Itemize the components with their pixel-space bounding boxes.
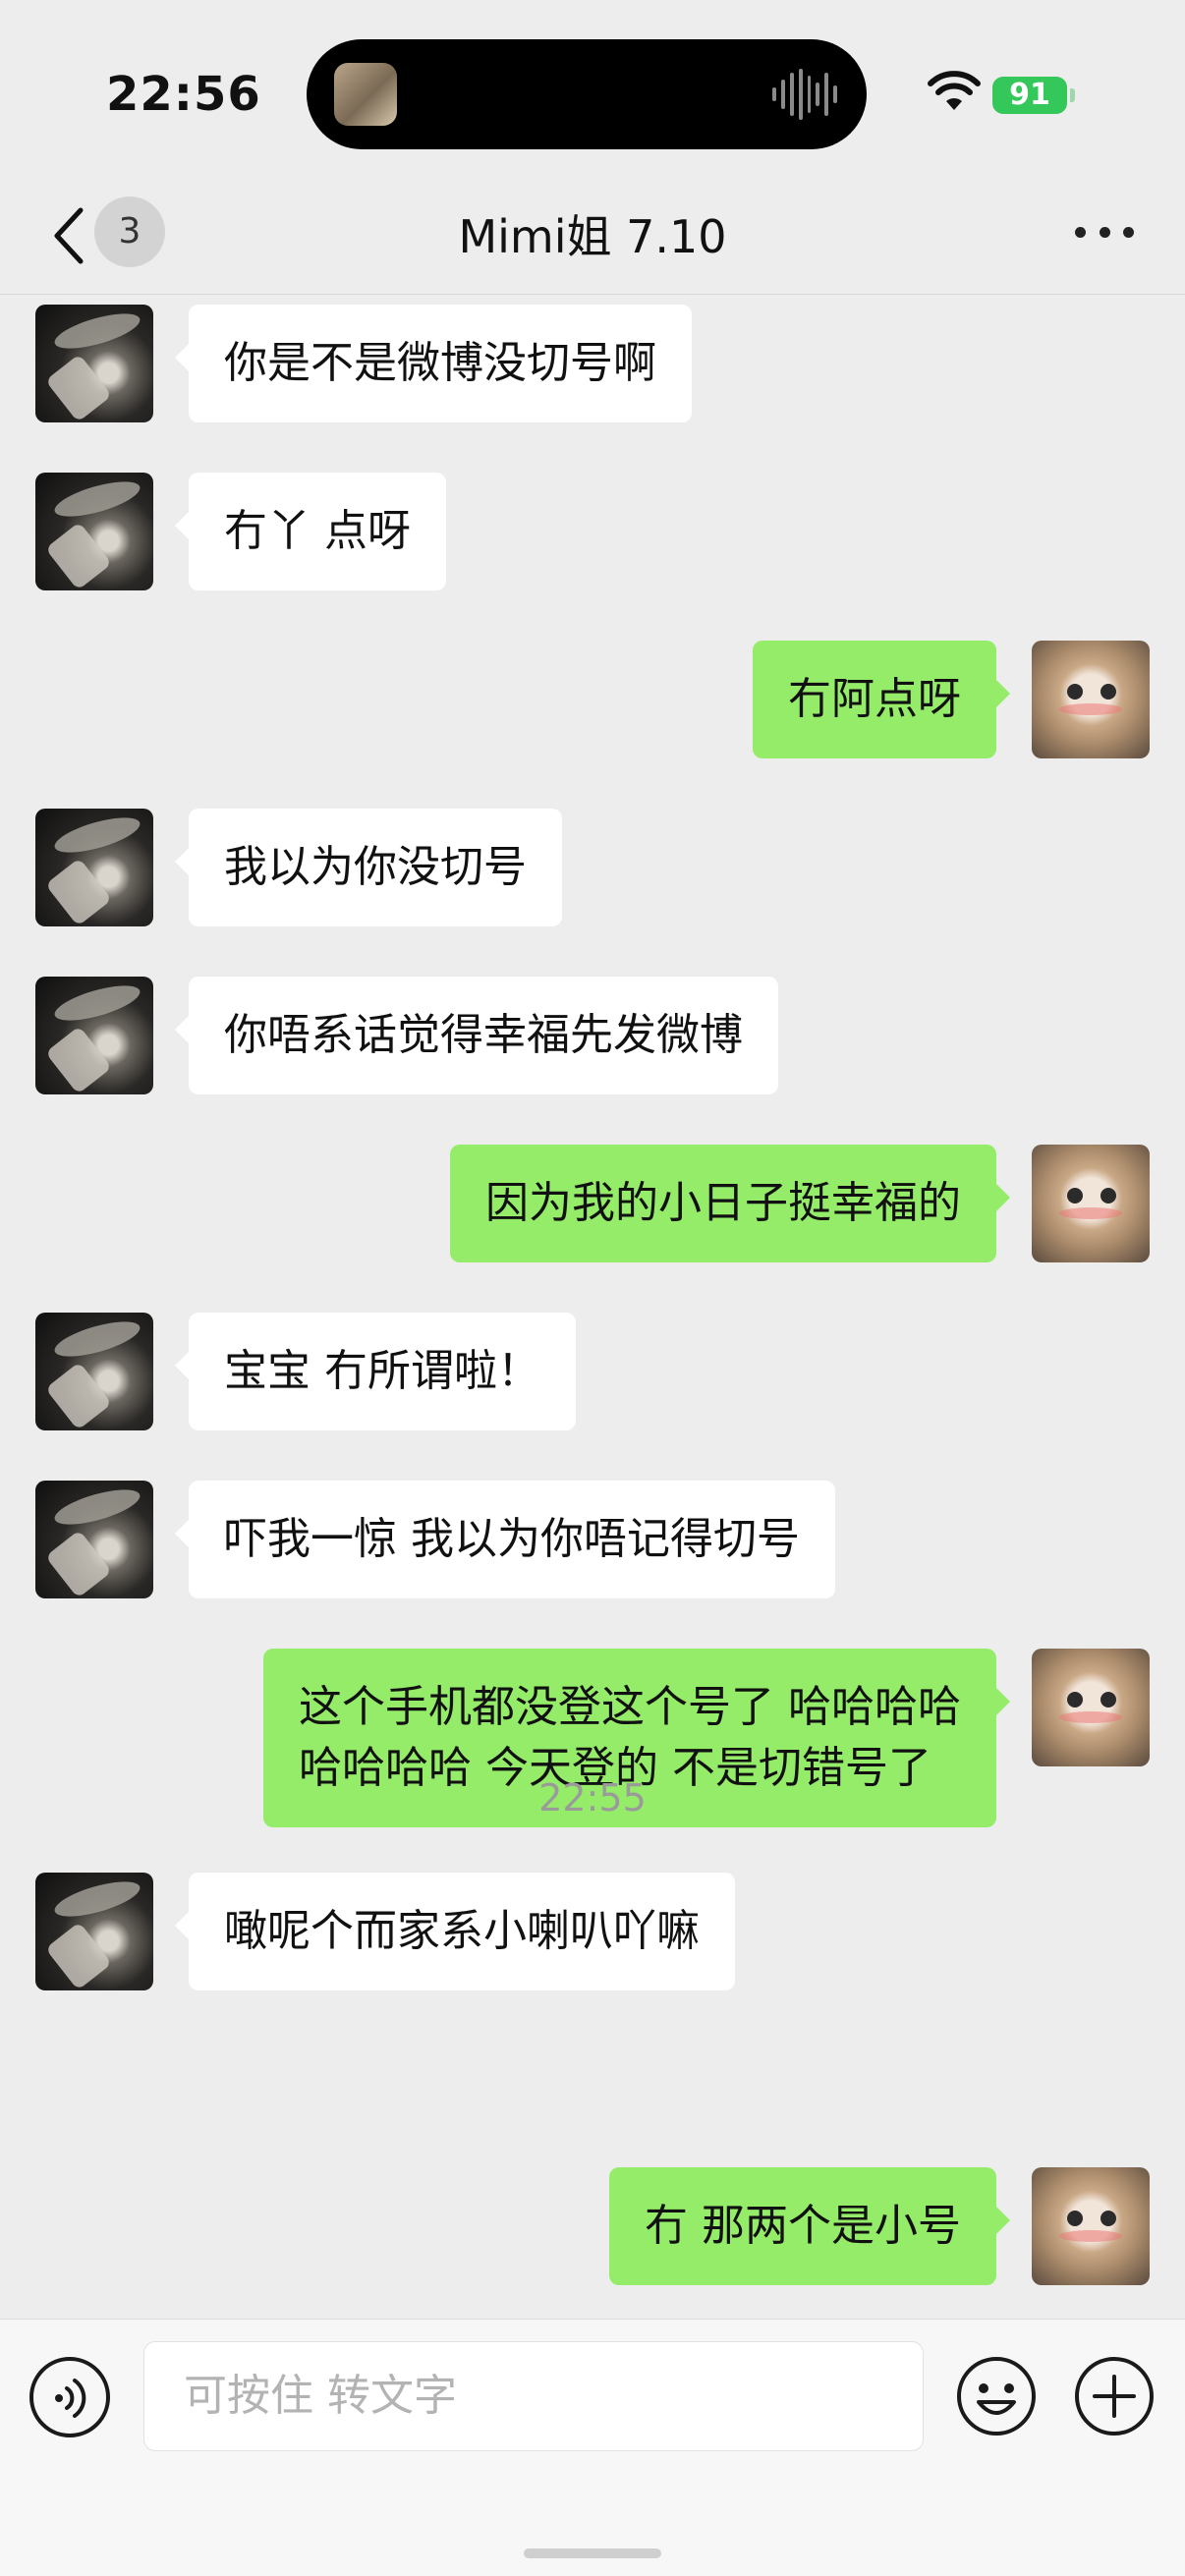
message-sent: 冇 那两个是小号 bbox=[609, 2167, 1150, 2285]
home-indicator[interactable] bbox=[524, 2548, 661, 2558]
status-time: 22:56 bbox=[106, 67, 261, 122]
message-received: 吓我一惊 我以为你唔记得切号 bbox=[35, 1481, 835, 1598]
message-received: 宝宝 冇所谓啦！ bbox=[35, 1313, 576, 1430]
message-bubble[interactable]: 因为我的小日子挺幸福的 bbox=[450, 1145, 1010, 1262]
message-received: 我以为你没切号 bbox=[35, 809, 562, 926]
message-bubble[interactable]: 你是不是微博没切号啊 bbox=[175, 305, 692, 422]
friend-avatar[interactable] bbox=[35, 1481, 153, 1598]
message-bubble[interactable]: 你唔系话觉得幸福先发微博 bbox=[175, 977, 778, 1094]
message-received: 噉呢个而家系小喇叭吖嘛 bbox=[35, 1873, 735, 1990]
message-bubble[interactable]: 冇丫 点呀 bbox=[175, 473, 446, 590]
plus-icon[interactable] bbox=[1073, 2355, 1156, 2437]
message-bubble[interactable]: 宝宝 冇所谓啦！ bbox=[175, 1313, 576, 1430]
friend-avatar[interactable] bbox=[35, 1873, 153, 1990]
message-input[interactable]: 可按住 转文字 bbox=[143, 2341, 924, 2451]
battery-indicator: 91 bbox=[992, 77, 1075, 114]
my-avatar[interactable] bbox=[1032, 2167, 1150, 2285]
wifi-icon bbox=[928, 71, 981, 110]
message-received: 冇丫 点呀 bbox=[35, 473, 446, 590]
message-timestamp: 22:55 bbox=[538, 1776, 647, 1820]
message-bubble[interactable]: 冇 那两个是小号 bbox=[609, 2167, 1010, 2285]
friend-avatar[interactable] bbox=[35, 809, 153, 926]
message-sent: 因为我的小日子挺幸福的 bbox=[450, 1145, 1150, 1262]
audio-waveform-icon bbox=[772, 69, 837, 120]
dynamic-island[interactable] bbox=[307, 39, 867, 149]
now-playing-thumbnail bbox=[334, 63, 397, 126]
message-received: 你唔系话觉得幸福先发微博 bbox=[35, 977, 778, 1094]
friend-avatar[interactable] bbox=[35, 977, 153, 1094]
input-bar: 可按住 转文字 bbox=[0, 2319, 1185, 2576]
my-avatar[interactable] bbox=[1032, 1145, 1150, 1262]
friend-avatar[interactable] bbox=[35, 1313, 153, 1430]
message-received: 你是不是微博没切号啊 bbox=[35, 305, 692, 422]
chat-screen: 22:56 91 3 Mimi姐 7.10 你是不是微博没切号啊 冇丫 点呀 冇… bbox=[0, 0, 1185, 2576]
message-sent: 冇阿点呀 bbox=[753, 641, 1150, 758]
my-avatar[interactable] bbox=[1032, 641, 1150, 758]
message-list[interactable]: 你是不是微博没切号啊 冇丫 点呀 冇阿点呀 我以为你没切号 你唔系话觉得幸福先发… bbox=[0, 295, 1185, 2319]
message-bubble[interactable]: 吓我一惊 我以为你唔记得切号 bbox=[175, 1481, 835, 1598]
message-bubble[interactable]: 噉呢个而家系小喇叭吖嘛 bbox=[175, 1873, 735, 1990]
my-avatar[interactable] bbox=[1032, 1649, 1150, 1766]
ellipsis-icon[interactable] bbox=[1075, 222, 1134, 242]
voice-icon[interactable] bbox=[29, 2357, 110, 2437]
friend-avatar[interactable] bbox=[35, 305, 153, 422]
chat-title: Mimi姐 7.10 bbox=[458, 210, 727, 263]
message-bubble[interactable]: 冇阿点呀 bbox=[753, 641, 1010, 758]
message-bubble[interactable]: 我以为你没切号 bbox=[175, 809, 562, 926]
battery-level: 91 bbox=[1009, 78, 1050, 112]
emoji-icon[interactable] bbox=[955, 2355, 1038, 2437]
friend-avatar[interactable] bbox=[35, 473, 153, 590]
